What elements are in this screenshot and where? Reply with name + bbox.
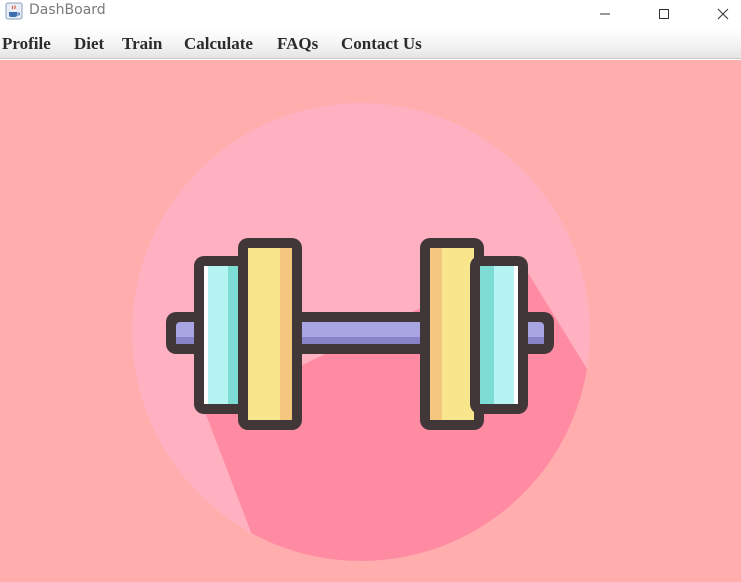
menu-faqs[interactable]: FAQs (277, 34, 318, 54)
dashboard-content (0, 60, 741, 582)
maximize-icon (659, 9, 669, 19)
menu-diet[interactable]: Diet (74, 34, 104, 54)
close-button[interactable] (700, 0, 741, 28)
menu-contact-us[interactable]: Contact Us (341, 34, 422, 54)
window-title: DashBoard (29, 2, 106, 18)
minimize-icon (600, 13, 610, 15)
maximize-button[interactable] (641, 0, 687, 28)
java-coffee-icon (5, 2, 23, 20)
minimize-button[interactable] (582, 0, 628, 28)
dumbbell-illustration (132, 103, 590, 561)
title-bar: DashBoard (0, 0, 741, 28)
menu-bar: Profile Diet Train Calculate FAQs Contac… (0, 28, 741, 59)
menu-profile[interactable]: Profile (2, 34, 51, 54)
menu-calculate[interactable]: Calculate (184, 34, 253, 54)
close-icon (717, 8, 729, 20)
menu-train[interactable]: Train (122, 34, 162, 54)
